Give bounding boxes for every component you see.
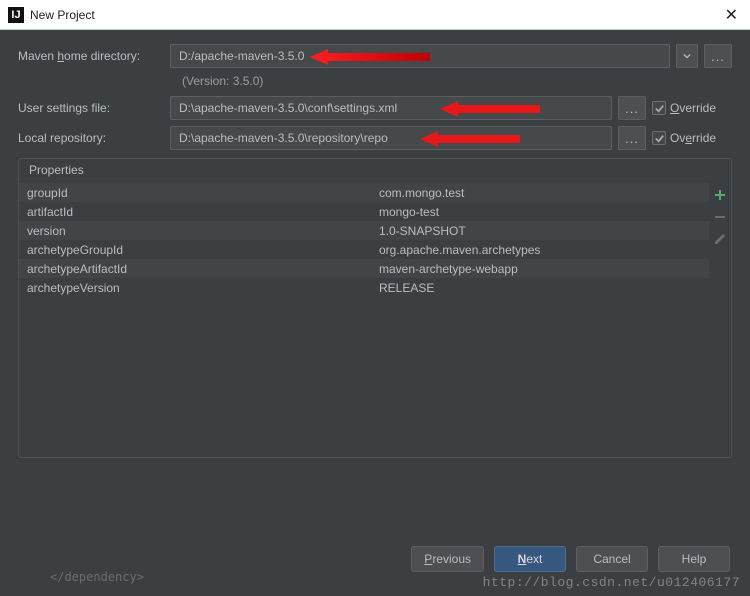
property-key: groupId (19, 186, 379, 200)
check-icon (654, 133, 665, 144)
previous-button[interactable]: Previous (411, 546, 484, 572)
table-row[interactable]: archetypeVersionRELEASE (19, 278, 709, 297)
minus-icon (713, 210, 727, 224)
property-value: RELEASE (379, 281, 709, 295)
property-value: org.apache.maven.archetypes (379, 243, 709, 257)
watermark-text: http://blog.csdn.net/u012406177 (483, 575, 740, 590)
cancel-button[interactable]: Cancel (576, 546, 648, 572)
table-row[interactable]: archetypeGroupIdorg.apache.maven.archety… (19, 240, 709, 259)
override-user-settings-checkbox[interactable] (652, 101, 666, 115)
help-button[interactable]: Help (658, 546, 730, 572)
override-local-repo-label: Override (670, 131, 716, 145)
row-local-repo: Local repository: ... Override (18, 126, 732, 150)
close-icon[interactable]: ✕ (721, 5, 742, 25)
dialog-body: Maven home directory: ... (Version: 3.5.… (0, 30, 750, 458)
properties-panel: Properties groupIdcom.mongo.testartifact… (18, 158, 732, 458)
pencil-icon (713, 232, 727, 246)
remove-property-button[interactable] (712, 209, 728, 225)
property-value: com.mongo.test (379, 186, 709, 200)
properties-title: Properties (19, 159, 731, 183)
next-button[interactable]: Next (494, 546, 566, 572)
local-repo-browse-button[interactable]: ... (618, 126, 646, 150)
label-local-repo: Local repository: (18, 131, 158, 145)
property-value: 1.0-SNAPSHOT (379, 224, 709, 238)
row-user-settings: User settings file: ... Override (18, 96, 732, 120)
table-row[interactable]: groupIdcom.mongo.test (19, 183, 709, 202)
table-row[interactable]: artifactIdmongo-test (19, 202, 709, 221)
titlebar: IJ New Project ✕ (0, 0, 750, 30)
user-settings-browse-button[interactable]: ... (618, 96, 646, 120)
version-note: (Version: 3.5.0) (182, 74, 732, 88)
plus-icon (713, 188, 727, 202)
add-property-button[interactable] (712, 187, 728, 203)
properties-table: groupIdcom.mongo.testartifactIdmongo-tes… (19, 183, 709, 457)
property-value: maven-archetype-webapp (379, 262, 709, 276)
override-user-settings-label: Override (670, 101, 716, 115)
label-maven-home: Maven home directory: (18, 49, 158, 63)
local-repo-input[interactable] (170, 126, 612, 150)
maven-home-dropdown[interactable] (676, 44, 698, 68)
property-key: version (19, 224, 379, 238)
property-key: archetypeVersion (19, 281, 379, 295)
property-key: archetypeArtifactId (19, 262, 379, 276)
window-title: New Project (30, 8, 721, 22)
override-local-repo-checkbox[interactable] (652, 131, 666, 145)
label-user-settings: User settings file: (18, 101, 158, 115)
property-value: mongo-test (379, 205, 709, 219)
maven-home-browse-button[interactable]: ... (704, 44, 732, 68)
property-key: artifactId (19, 205, 379, 219)
button-bar: Previous Next Cancel Help (411, 546, 730, 572)
check-icon (654, 103, 665, 114)
table-row[interactable]: archetypeArtifactIdmaven-archetype-webap… (19, 259, 709, 278)
property-key: archetypeGroupId (19, 243, 379, 257)
background-code-fragment: </dependency> (50, 570, 144, 584)
table-row[interactable]: version1.0-SNAPSHOT (19, 221, 709, 240)
edit-property-button[interactable] (712, 231, 728, 247)
user-settings-input[interactable] (170, 96, 612, 120)
row-maven-home: Maven home directory: ... (18, 44, 732, 68)
intellij-icon: IJ (8, 7, 24, 23)
maven-home-input[interactable] (170, 44, 670, 68)
chevron-down-icon (683, 52, 691, 60)
